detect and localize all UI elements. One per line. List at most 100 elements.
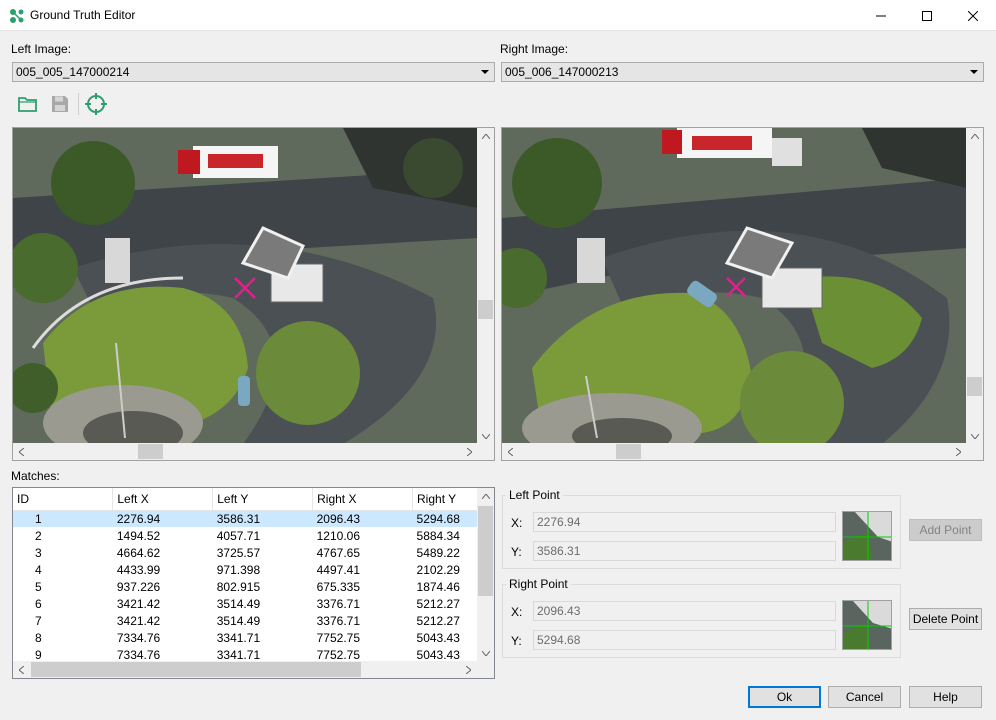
table-cell: 6 xyxy=(35,596,42,611)
matches-horizontal-scrollbar[interactable] xyxy=(13,661,477,678)
scroll-right-icon[interactable] xyxy=(460,661,477,678)
scroll-left-icon[interactable] xyxy=(13,661,30,678)
left-image-select[interactable]: 005_005_147000214 xyxy=(12,62,495,82)
table-cell: 3514.49 xyxy=(216,596,261,611)
left-vertical-scrollbar[interactable] xyxy=(477,128,494,445)
table-cell: 1210.06 xyxy=(316,528,361,543)
scroll-up-icon[interactable] xyxy=(477,128,494,145)
left-image-value: 005_005_147000214 xyxy=(16,65,130,79)
scroll-down-icon[interactable] xyxy=(477,645,494,662)
table-cell: 3421.42 xyxy=(116,613,161,628)
cancel-button[interactable]: Cancel xyxy=(828,686,901,708)
horizontal-scroll-thumb[interactable] xyxy=(31,662,361,677)
right-image-label: Right Image: xyxy=(500,42,569,56)
maximize-icon xyxy=(922,10,932,21)
table-cell: 2102.29 xyxy=(416,562,460,577)
table-cell: 2 xyxy=(35,528,42,543)
table-row[interactable]: 4 4433.99 971.398 4497.41 2102.29 xyxy=(13,561,479,578)
table-cell: 5884.34 xyxy=(416,528,460,543)
scroll-corner xyxy=(966,443,983,460)
table-row[interactable]: 1 2276.94 3586.31 2096.43 5294.68 xyxy=(13,510,479,527)
left-aerial-image[interactable] xyxy=(13,128,478,444)
pick-point-button[interactable] xyxy=(84,92,108,116)
left-x-field[interactable]: 2276.94 xyxy=(533,512,836,532)
close-icon xyxy=(968,10,978,21)
maximize-button[interactable] xyxy=(904,0,950,31)
minimize-button[interactable] xyxy=(858,0,904,31)
table-row[interactable]: 8 7334.76 3341.71 7752.75 5043.43 xyxy=(13,629,479,646)
minimize-icon xyxy=(876,15,886,16)
vertical-scroll-thumb[interactable] xyxy=(967,377,982,396)
column-header-right-y[interactable]: Right Y xyxy=(412,488,479,511)
table-row[interactable]: 6 3421.42 3514.49 3376.71 5212.27 xyxy=(13,595,479,612)
ground-truth-app-icon xyxy=(10,9,24,23)
table-cell: 4057.71 xyxy=(216,528,261,543)
horizontal-scroll-thumb[interactable] xyxy=(616,444,641,459)
table-row[interactable]: 2 1494.52 4057.71 1210.06 5884.34 xyxy=(13,527,479,544)
scroll-up-icon[interactable] xyxy=(966,128,983,145)
scroll-corner xyxy=(477,661,494,678)
matches-vertical-scrollbar[interactable] xyxy=(477,488,494,662)
table-cell: 4767.65 xyxy=(316,545,361,560)
table-cell: 802.915 xyxy=(216,579,261,594)
help-button[interactable]: Help xyxy=(909,686,982,708)
table-cell: 8 xyxy=(35,630,42,645)
table-cell: 1494.52 xyxy=(116,528,161,543)
table-cell: 4497.41 xyxy=(316,562,361,577)
left-y-field[interactable]: 3586.31 xyxy=(533,541,836,561)
table-cell: 7334.76 xyxy=(116,630,161,645)
table-cell: 5 xyxy=(35,579,42,594)
left-preview-image xyxy=(843,512,891,560)
right-x-field[interactable]: 2096.43 xyxy=(533,601,836,621)
toolbar-separator xyxy=(78,93,79,115)
table-cell: 3341.71 xyxy=(216,630,261,645)
left-image-label: Left Image: xyxy=(11,42,72,56)
right-horizontal-scrollbar[interactable] xyxy=(502,443,967,460)
scroll-left-icon[interactable] xyxy=(13,443,30,460)
right-y-field[interactable]: 5294.68 xyxy=(533,630,836,650)
horizontal-scroll-thumb[interactable] xyxy=(138,444,163,459)
save-button[interactable] xyxy=(48,92,72,116)
right-image-view[interactable] xyxy=(501,127,984,461)
ok-button[interactable]: Ok xyxy=(748,686,821,708)
table-cell: 2096.43 xyxy=(312,510,413,527)
chevron-down-icon xyxy=(970,70,978,74)
column-header-left-x[interactable]: Left X xyxy=(112,488,214,511)
table-cell: 5489.22 xyxy=(416,545,460,560)
table-cell: 3514.49 xyxy=(216,613,261,628)
right-vertical-scrollbar[interactable] xyxy=(966,128,983,445)
column-header-id[interactable]: ID xyxy=(13,488,114,511)
column-header-right-x[interactable]: Right X xyxy=(312,488,414,511)
table-cell: 1 xyxy=(13,510,113,527)
right-image-select[interactable]: 005_006_147000213 xyxy=(501,62,984,82)
scroll-left-icon[interactable] xyxy=(502,443,519,460)
scroll-right-icon[interactable] xyxy=(461,443,478,460)
table-row[interactable]: 7 3421.42 3514.49 3376.71 5212.27 xyxy=(13,612,479,629)
close-button[interactable] xyxy=(950,0,996,31)
open-button[interactable] xyxy=(16,92,40,116)
vertical-scroll-thumb[interactable] xyxy=(478,506,493,596)
column-header-left-y[interactable]: Left Y xyxy=(212,488,314,511)
vertical-scroll-thumb[interactable] xyxy=(478,300,493,319)
left-horizontal-scrollbar[interactable] xyxy=(13,443,478,460)
table-cell: 7752.75 xyxy=(316,630,361,645)
table-cell: 937.226 xyxy=(116,579,161,594)
table-cell: 2276.94 xyxy=(112,510,213,527)
right-preview-image xyxy=(843,601,891,649)
left-image-view[interactable] xyxy=(12,127,495,461)
add-point-button[interactable]: Add Point xyxy=(909,519,982,541)
delete-point-button[interactable]: Delete Point xyxy=(909,608,982,630)
table-cell: 5212.27 xyxy=(416,596,460,611)
folder-open-icon xyxy=(18,97,37,112)
table-cell: 675.335 xyxy=(316,579,361,594)
table-row[interactable]: 5 937.226 802.915 675.335 1874.46 xyxy=(13,578,479,595)
scroll-up-icon[interactable] xyxy=(477,488,494,505)
right-aerial-image[interactable] xyxy=(502,128,967,444)
table-cell: 3586.31 xyxy=(212,510,313,527)
table-cell: 5043.43 xyxy=(416,630,460,645)
table-cell: 7 xyxy=(35,613,42,628)
matches-table[interactable]: ID Left X Left Y Right X Right Y 1 2276.9… xyxy=(12,487,495,679)
left-point-title: Left Point xyxy=(506,488,563,502)
table-row[interactable]: 3 4664.62 3725.57 4767.65 5489.22 xyxy=(13,544,479,561)
scroll-right-icon[interactable] xyxy=(950,443,967,460)
